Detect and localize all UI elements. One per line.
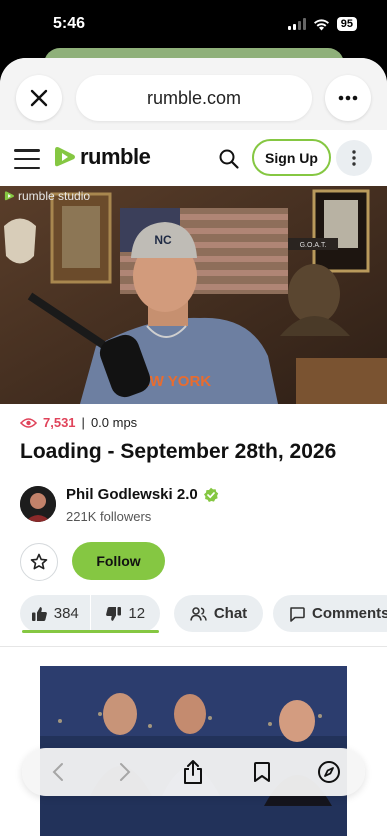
- status-icons: 95: [287, 17, 357, 31]
- comments-label: Comments: [312, 605, 387, 622]
- bookmarks-icon: [254, 762, 270, 782]
- more-options-button[interactable]: [325, 75, 371, 121]
- video-frame: G.O.A.T. NEW YORK NC: [0, 186, 387, 404]
- video-title: Loading - September 28th, 2026: [20, 440, 337, 463]
- vote-group: 384 12: [20, 595, 160, 632]
- site-nav: rumble Sign Up: [0, 130, 387, 186]
- favorite-button[interactable]: [20, 543, 58, 581]
- compass-button[interactable]: [317, 760, 341, 784]
- logo-text: rumble: [80, 144, 151, 169]
- comments-button[interactable]: Comments: [273, 595, 387, 632]
- chat-button[interactable]: Chat: [174, 595, 263, 632]
- close-icon: [30, 89, 48, 107]
- studio-tag: rumble studio: [4, 189, 90, 203]
- star-icon: [30, 553, 48, 570]
- video-meta: 7,531 | 0.0 mps: [20, 415, 137, 430]
- verified-icon: [203, 487, 218, 502]
- thumbs-up-icon: [31, 606, 47, 621]
- search-icon[interactable]: [218, 148, 240, 170]
- vote-ratio-bar: [22, 630, 159, 633]
- meta-separator: |: [81, 415, 85, 430]
- battery-indicator: 95: [336, 17, 357, 31]
- comment-icon: [290, 606, 305, 622]
- back-button[interactable]: [46, 760, 70, 784]
- vertical-ellipsis-icon: [352, 150, 356, 166]
- rumble-logo[interactable]: rumble: [53, 144, 151, 170]
- bookmarks-button[interactable]: [250, 760, 274, 784]
- avatar-image: [20, 486, 56, 522]
- channel-name[interactable]: Phil Godlewski 2.0: [66, 486, 198, 503]
- share-button[interactable]: [181, 760, 205, 784]
- ellipsis-icon: [338, 95, 358, 101]
- like-button[interactable]: 384: [20, 595, 90, 632]
- dislike-button[interactable]: 12: [91, 595, 161, 632]
- mps-value: 0.0 mps: [90, 415, 138, 430]
- chat-label: Chat: [213, 605, 248, 622]
- studio-label: rumble studio: [18, 189, 91, 203]
- section-divider: [0, 646, 387, 647]
- hamburger-icon[interactable]: [14, 149, 40, 169]
- cap-text: NC: [154, 233, 172, 247]
- channel-row[interactable]: Phil Godlewski 2.0 221K followers: [20, 486, 219, 524]
- compass-icon: [318, 761, 340, 783]
- forward-icon: [120, 763, 131, 781]
- back-icon: [52, 763, 63, 781]
- bust-hat-text: G.O.A.T.: [300, 242, 327, 249]
- channel-name-row: Phil Godlewski 2.0: [66, 486, 219, 503]
- thumbs-down-icon: [106, 606, 122, 621]
- rumble-studio-icon: [4, 191, 15, 201]
- like-count: 384: [53, 605, 79, 622]
- close-button[interactable]: [16, 75, 62, 121]
- follower-count: 221K followers: [66, 509, 152, 524]
- avatar[interactable]: [20, 486, 56, 522]
- chat-icon: [190, 606, 207, 621]
- url-field[interactable]: rumble.com: [76, 75, 312, 121]
- wifi-icon: [313, 18, 329, 30]
- nav-more-button[interactable]: [336, 140, 372, 176]
- browser-toolbar: [22, 748, 365, 796]
- rumble-logo-icon: [55, 147, 75, 167]
- video-player[interactable]: G.O.A.T. NEW YORK NC rumble studio: [0, 186, 387, 404]
- status-time: 5:46: [53, 15, 86, 32]
- browser-header: rumble.com: [0, 58, 387, 130]
- share-icon: [184, 760, 202, 784]
- view-count: 7,531: [43, 415, 76, 430]
- channel-info: Phil Godlewski 2.0 221K followers: [66, 486, 219, 524]
- cellular-signal-icon: [287, 18, 306, 30]
- follow-button[interactable]: Follow: [72, 542, 165, 580]
- sign-up-button[interactable]: Sign Up: [252, 139, 331, 176]
- status-bar: 5:46 95: [0, 0, 387, 50]
- browser-sheet: rumble.com rumble Sign Up G.O.A.T. NEW Y…: [0, 58, 387, 838]
- dislike-count: 12: [128, 605, 146, 622]
- eye-icon: [20, 417, 37, 428]
- forward-button[interactable]: [113, 760, 137, 784]
